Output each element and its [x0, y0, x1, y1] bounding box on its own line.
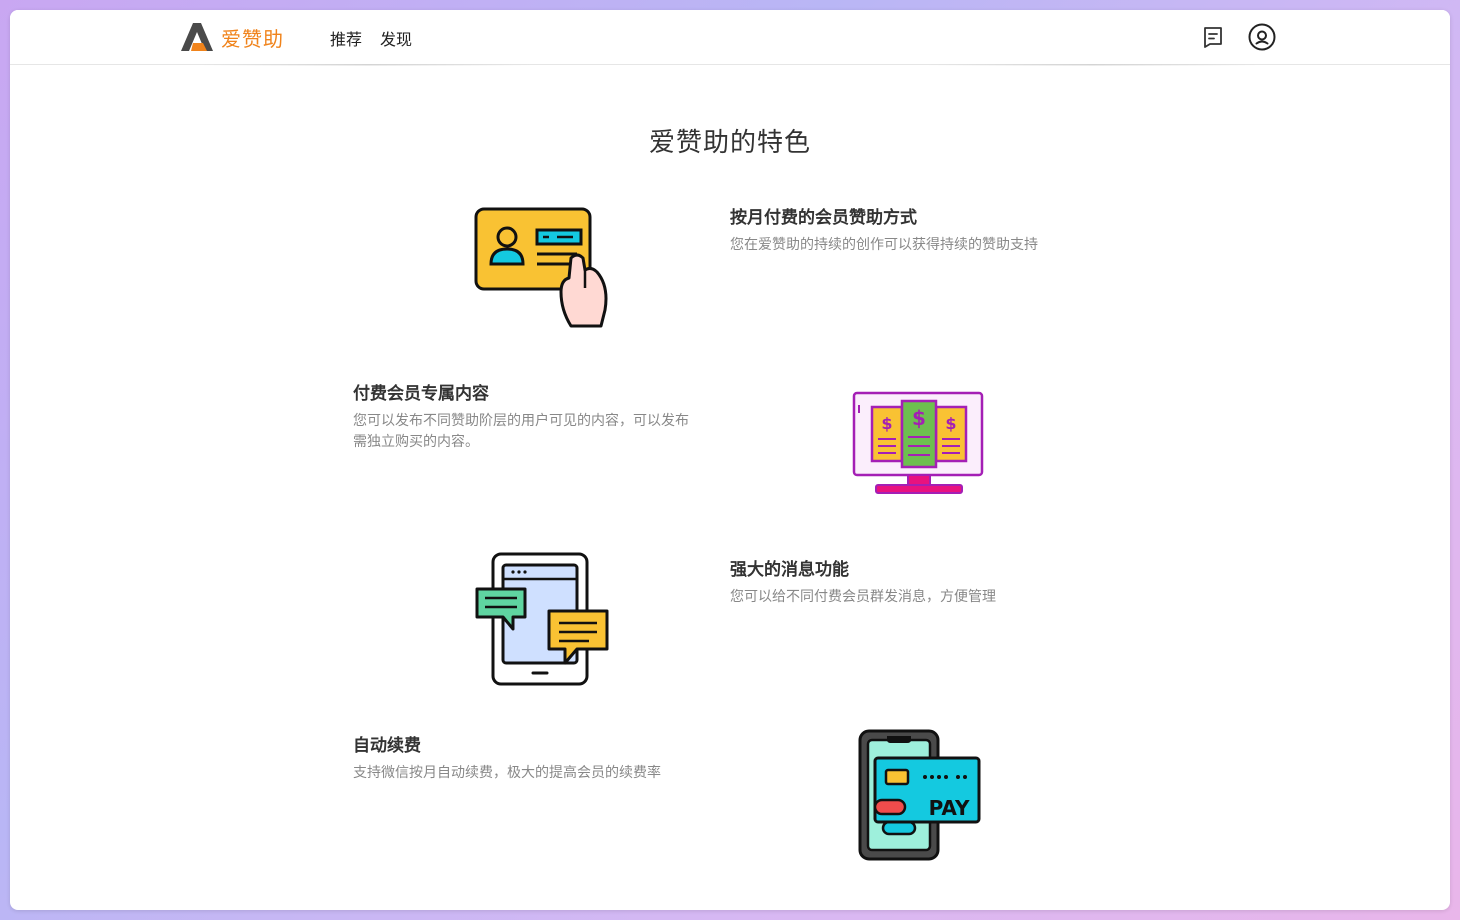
message-button[interactable]: [1198, 22, 1228, 52]
feature-title: 按月付费的会员赞助方式: [730, 208, 917, 228]
phone-pay-card-icon: PAY: [858, 729, 981, 861]
user-icon: [1248, 23, 1276, 51]
navbar-divider: [200, 64, 534, 66]
feature-description: 支持微信按月自动续费，极大的提高会员的续费率: [353, 765, 661, 781]
navbar-divider: [925, 64, 1259, 66]
feature-description: 您可以发布不同赞助阶层的用户可见的内容，可以发布 需独立购买的内容。: [353, 411, 689, 453]
app-window: 爱赞助 推荐 发现 爱赞助的特色 按月付费的会员赞助方式 您在爱赞助的持续的创作…: [10, 10, 1450, 910]
feature-description: 您在爱赞助的持续的创作可以获得持续的赞助支持: [730, 237, 1038, 253]
nav-item-discover[interactable]: 发现: [380, 26, 412, 50]
feature-title: 自动续费: [353, 736, 421, 756]
svg-text:$: $: [945, 414, 956, 433]
page-title: 爱赞助的特色: [648, 128, 811, 158]
tablet-chat-icon: [475, 552, 609, 686]
svg-text:$: $: [912, 406, 926, 430]
brand-logo[interactable]: 爱赞助: [179, 22, 284, 52]
feature-title: 强大的消息功能: [730, 560, 849, 580]
logo-icon: [181, 23, 213, 51]
message-icon: [1204, 27, 1222, 48]
svg-text:$: $: [881, 414, 892, 433]
main-nav: 推荐 发现: [330, 26, 412, 50]
membership-card-icon: [474, 207, 608, 328]
feature-description-line: 您可以发布不同赞助阶层的用户可见的内容，可以发布: [353, 413, 689, 429]
feature-description: 您可以给不同付费会员群发消息，方便管理: [730, 589, 996, 605]
nav-item-recommend[interactable]: 推荐: [330, 26, 362, 50]
top-navbar: 爱赞助 推荐 发现: [10, 10, 1450, 66]
feature-description-line: 需独立购买的内容。: [353, 434, 479, 450]
feature-title: 付费会员专属内容: [353, 384, 489, 404]
user-button[interactable]: [1247, 22, 1277, 52]
paid-content-monitor-icon: $ $ $: [852, 391, 984, 494]
pay-label: PAY: [929, 796, 970, 820]
brand-name: 爱赞助: [221, 26, 284, 51]
